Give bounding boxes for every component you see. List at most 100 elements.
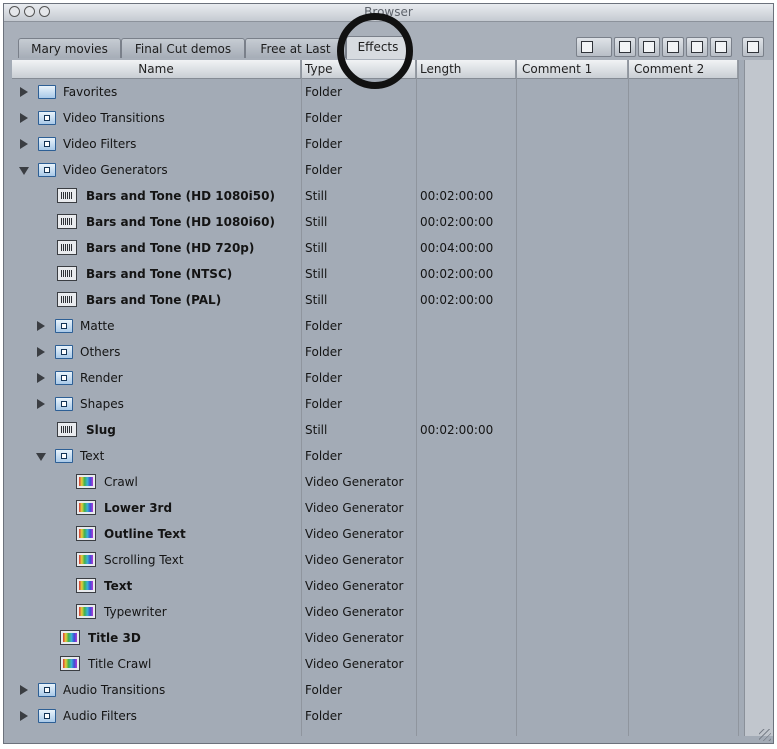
list-item[interactable]: Video Filters Folder (12, 131, 738, 157)
list-item[interactable]: Title Crawl Video Generator (12, 651, 738, 677)
columns-icon (747, 41, 759, 53)
item-type: Folder (305, 111, 343, 125)
list-item[interactable]: Audio Filters Folder (12, 703, 738, 729)
list-item[interactable]: Bars and Tone (NTSC) Still 00:02:00:00 (12, 261, 738, 287)
item-type: Still (305, 423, 328, 437)
large-icon-view-button[interactable] (614, 37, 636, 57)
item-length: 00:04:00:00 (420, 241, 494, 255)
column-comment-1[interactable]: Comment 1 (516, 60, 628, 78)
disclosure-triangle-icon[interactable] (20, 139, 28, 149)
list-item[interactable]: Matte Folder (12, 313, 738, 339)
list-item[interactable]: Video Generators Folder (12, 157, 738, 183)
list-icon (691, 41, 703, 53)
disclosure-triangle-open-icon[interactable] (36, 453, 46, 461)
columns-button[interactable] (742, 37, 764, 57)
column-length[interactable]: Length (416, 60, 516, 78)
list-item[interactable]: Audio Transitions Folder (12, 677, 738, 703)
list-item[interactable]: Bars and Tone (HD 1080i60) Still 00:02:0… (12, 209, 738, 235)
tab-final-cut-demos[interactable]: Final Cut demos (121, 38, 245, 58)
list-item[interactable]: Render Folder (12, 365, 738, 391)
medium-icons-icon (643, 41, 655, 53)
item-name: Favorites (63, 85, 118, 99)
item-type: Folder (305, 85, 343, 99)
item-name: Matte (80, 319, 115, 333)
item-name: Title 3D (88, 631, 141, 645)
item-type: Still (305, 189, 328, 203)
item-name: Title Crawl (88, 657, 152, 671)
disclosure-triangle-icon[interactable] (37, 347, 45, 357)
list-item[interactable]: Text Folder (12, 443, 738, 469)
list-item[interactable]: Bars and Tone (HD 1080i50) Still 00:02:0… (12, 183, 738, 209)
column-name[interactable]: Name (12, 60, 301, 78)
item-type: Folder (305, 371, 343, 385)
locked-bin-icon (55, 371, 73, 385)
list-view-button[interactable] (686, 37, 708, 57)
list-item[interactable]: Text Video Generator (12, 573, 738, 599)
video-generator-icon (76, 526, 96, 541)
tab-free-at-last[interactable]: Free at Last (245, 38, 346, 58)
video-generator-icon (60, 630, 80, 645)
disclosure-triangle-icon[interactable] (20, 711, 28, 721)
still-clip-icon (57, 292, 77, 307)
item-type: Video Generator (305, 553, 404, 567)
list-item[interactable]: Title 3D Video Generator (12, 625, 738, 651)
tab-mary-movies[interactable]: Mary movies (18, 38, 121, 58)
playhead-sync-button[interactable] (576, 37, 612, 57)
item-length: 00:02:00:00 (420, 267, 494, 281)
list-item[interactable]: Bars and Tone (PAL) Still 00:02:00:00 (12, 287, 738, 313)
text-icon (715, 41, 727, 53)
video-generator-icon (76, 604, 96, 619)
locked-bin-icon (38, 683, 56, 697)
disclosure-triangle-icon[interactable] (20, 113, 28, 123)
item-name: Bars and Tone (PAL) (86, 293, 222, 307)
column-comment-2[interactable]: Comment 2 (628, 60, 738, 78)
item-name: Render (80, 371, 123, 385)
vertical-scrollbar[interactable] (744, 60, 773, 736)
disclosure-triangle-icon[interactable] (37, 321, 45, 331)
still-clip-icon (57, 240, 77, 255)
list-item[interactable]: Outline Text Video Generator (12, 521, 738, 547)
disclosure-triangle-icon[interactable] (20, 685, 28, 695)
list-item[interactable]: Others Folder (12, 339, 738, 365)
disclosure-triangle-icon[interactable] (37, 399, 45, 409)
item-name: Shapes (80, 397, 124, 411)
item-type: Video Generator (305, 527, 404, 541)
item-length: 00:02:00:00 (420, 293, 494, 307)
item-type: Folder (305, 397, 343, 411)
list-item[interactable]: Lower 3rd Video Generator (12, 495, 738, 521)
list-item[interactable]: Scrolling Text Video Generator (12, 547, 738, 573)
list-item[interactable]: Typewriter Video Generator (12, 599, 738, 625)
disclosure-triangle-open-icon[interactable] (19, 167, 29, 175)
item-type: Still (305, 267, 328, 281)
disclosure-triangle-icon[interactable] (20, 87, 28, 97)
item-name: Text (104, 579, 133, 593)
item-name: Crawl (104, 475, 138, 489)
item-name: Bars and Tone (NTSC) (86, 267, 233, 281)
locked-bin-icon (55, 449, 73, 463)
eye-icon (581, 41, 593, 53)
item-type: Folder (305, 709, 343, 723)
list-item[interactable]: Video Transitions Folder (12, 105, 738, 131)
column-divider (738, 60, 739, 736)
item-type: Folder (305, 449, 343, 463)
list-item[interactable]: Crawl Video Generator (12, 469, 738, 495)
list-item[interactable]: Shapes Folder (12, 391, 738, 417)
item-name: Lower 3rd (104, 501, 173, 515)
large-icons-icon (619, 41, 631, 53)
locked-bin-icon (38, 709, 56, 723)
video-generator-icon (76, 578, 96, 593)
text-view-button[interactable] (710, 37, 732, 57)
item-type: Video Generator (305, 657, 404, 671)
disclosure-triangle-icon[interactable] (37, 373, 45, 383)
item-name: Outline Text (104, 527, 186, 541)
video-generator-icon (76, 500, 96, 515)
item-type: Video Generator (305, 605, 404, 619)
still-clip-icon (57, 214, 77, 229)
item-name: Audio Transitions (63, 683, 166, 697)
medium-icon-view-button[interactable] (638, 37, 660, 57)
list-item[interactable]: Bars and Tone (HD 720p) Still 00:04:00:0… (12, 235, 738, 261)
small-icon-view-button[interactable] (662, 37, 684, 57)
resize-handle-icon[interactable] (759, 729, 771, 741)
item-name: Slug (86, 423, 116, 437)
list-item[interactable]: Slug Still 00:02:00:00 (12, 417, 738, 443)
